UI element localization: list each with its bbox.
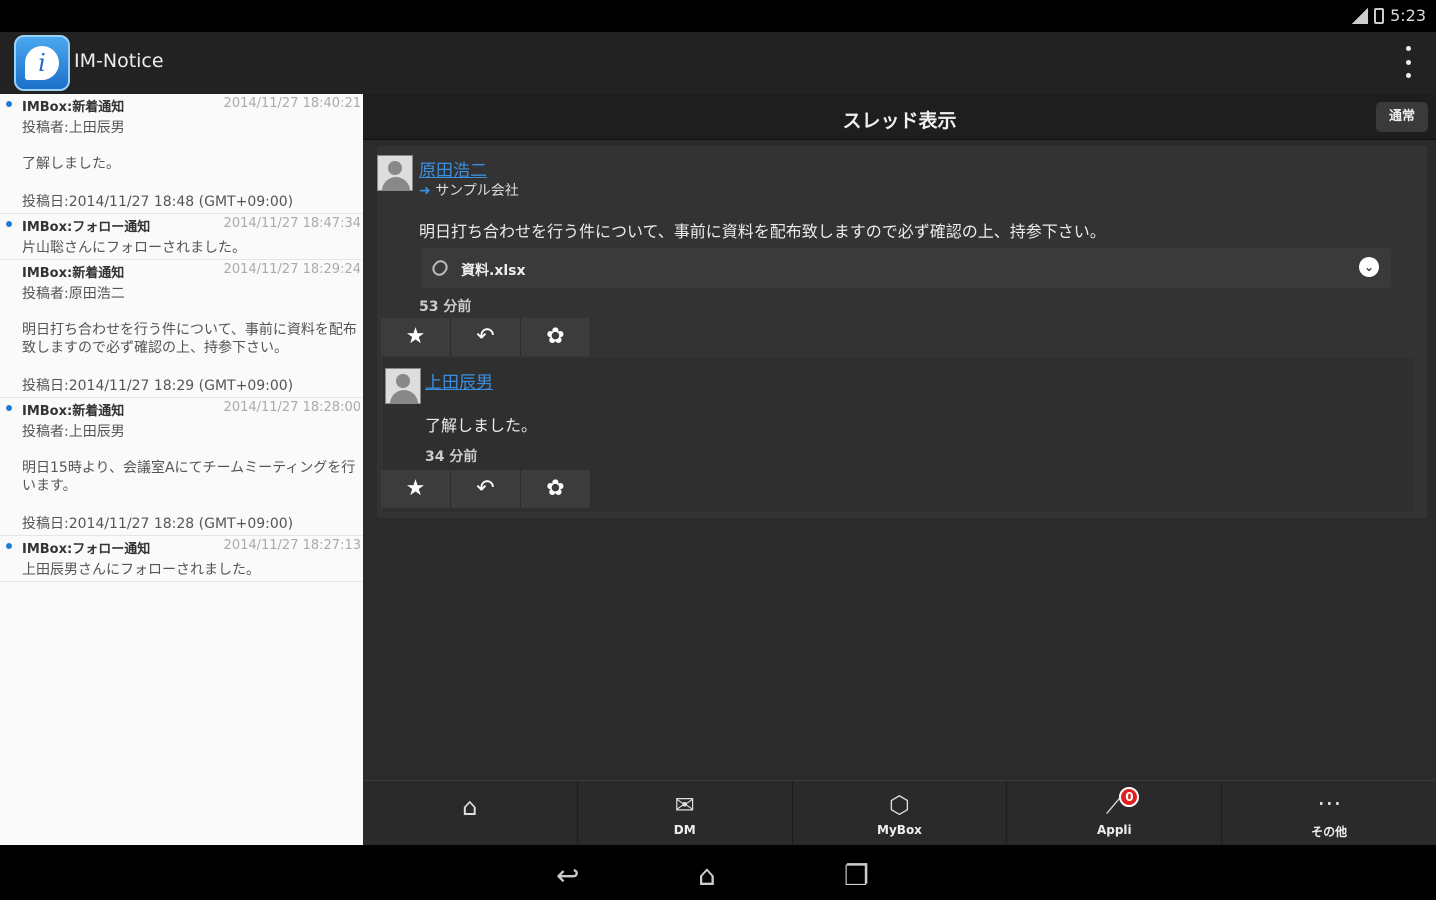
thread-header: スレッド表示 通常 (363, 94, 1436, 140)
notification-body: 了解しました。 (22, 156, 120, 172)
nav-appli[interactable]: ⟋ 0 Appli (1007, 781, 1223, 845)
notification-body: 明日15時より、会議室Aにてチームミーティングを行います。 (22, 460, 356, 494)
reply-post: 上田辰男 了解しました。 34 分前 ★ ↶ ✿ (381, 358, 1413, 512)
nav-mybox-label: MyBox (877, 823, 922, 837)
notification-posted: 投稿日:2014/11/27 18:29 (GMT+09:00) (22, 378, 294, 394)
notification-author: 投稿者:上田辰男 (22, 120, 125, 136)
notification-text: 上田辰男さんにフォローされました。 (22, 562, 260, 578)
post-destination[interactable]: ➜ サンプル会社 (419, 180, 519, 200)
settings-button[interactable]: ✿ (521, 470, 591, 508)
home-icon: ⌂ (462, 793, 478, 821)
post-time-ago: 53 分前 (419, 299, 472, 315)
system-nav-bar: ↩ ⌂ ❐ (0, 845, 1436, 900)
notification-item[interactable]: IMBox:新着通知 2014/11/27 18:40:21 投稿者:上田辰男 … (0, 94, 363, 214)
reply-icon: ↶ (476, 324, 495, 349)
notification-body: 明日打ち合わせを行う件について、事前に資料を配布致しますので必ず確認の上、持参下… (22, 322, 357, 356)
chevron-down-icon[interactable]: ⌄ (1359, 257, 1379, 277)
notification-list[interactable]: IMBox:新着通知 2014/11/27 18:40:21 投稿者:上田辰男 … (0, 94, 363, 845)
overflow-menu-icon[interactable] (1402, 46, 1414, 78)
notification-date: 2014/11/27 18:47:34 (223, 216, 361, 231)
notification-posted: 投稿日:2014/11/27 18:48 (GMT+09:00) (22, 194, 294, 210)
arrow-right-icon: ➜ (419, 183, 431, 199)
notification-title: IMBox:フォロー通知 (22, 542, 151, 557)
nav-mybox[interactable]: ⬡ MyBox (793, 781, 1008, 845)
recents-icon[interactable]: ❐ (844, 859, 869, 892)
reply-button[interactable]: ↶ (451, 470, 521, 508)
box-icon: ⬡ (889, 791, 910, 819)
nav-more-label: その他 (1311, 825, 1348, 839)
notification-item[interactable]: IMBox:フォロー通知 2014/11/27 18:27:13 上田辰男さんに… (0, 536, 363, 582)
status-bar: 5:23 (0, 0, 1436, 32)
notification-title: IMBox:新着通知 (22, 100, 125, 115)
notification-item[interactable]: IMBox:新着通知 2014/11/27 18:29:24 投稿者:原田浩二 … (0, 260, 363, 398)
reply-button[interactable]: ↶ (451, 318, 521, 356)
reply-user-link[interactable]: 上田辰男 (425, 368, 493, 393)
mail-icon: ✉ (674, 791, 695, 819)
notification-text: 片山聡さんにフォローされました。 (22, 240, 246, 256)
app-title: IM-Notice (74, 50, 164, 72)
unread-dot-icon (6, 543, 12, 549)
thread-pane: スレッド表示 通常 原田浩二 ➜ サンプル会社 明日打ち合わせを行う件について、… (363, 94, 1436, 845)
back-button[interactable]: 通常 (1376, 102, 1428, 132)
attachment-filename: 資料.xlsx (461, 263, 526, 279)
star-icon: ★ (405, 324, 426, 349)
bottom-nav: ⌂ ✉ DM ⬡ MyBox ⟋ 0 Appli ⋯ その他 (363, 780, 1436, 845)
avatar[interactable] (385, 368, 421, 404)
notification-item[interactable]: IMBox:新着通知 2014/11/27 18:28:00 投稿者:上田辰男 … (0, 398, 363, 536)
star-icon: ★ (405, 476, 426, 501)
back-icon[interactable]: ↩ (556, 859, 579, 892)
settings-button[interactable]: ✿ (521, 318, 591, 356)
notification-author: 投稿者:上田辰男 (22, 424, 125, 440)
nav-dm[interactable]: ✉ DM (578, 781, 793, 845)
post-user-link[interactable]: 原田浩二 (419, 156, 487, 181)
unread-dot-icon (6, 405, 12, 411)
notification-date: 2014/11/27 18:29:24 (223, 262, 361, 277)
notification-date: 2014/11/27 18:40:21 (223, 96, 361, 111)
notification-title: IMBox:フォロー通知 (22, 220, 151, 235)
paperclip-icon (429, 257, 451, 279)
avatar[interactable] (377, 155, 413, 191)
status-time: 5:23 (1390, 6, 1426, 25)
unread-dot-icon (6, 101, 12, 107)
nav-appli-label: Appli (1096, 823, 1132, 837)
notification-date: 2014/11/27 18:27:13 (223, 538, 361, 553)
star-button[interactable]: ★ (381, 318, 451, 356)
more-icon: ⋯ (1317, 789, 1342, 817)
notification-title: IMBox:新着通知 (22, 404, 125, 419)
nav-dm-label: DM (673, 823, 696, 837)
app-logo-icon: i (14, 35, 70, 91)
thread-post: 原田浩二 ➜ サンプル会社 明日打ち合わせを行う件について、事前に資料を配布致し… (377, 146, 1427, 518)
battery-icon (1374, 7, 1385, 24)
star-button[interactable]: ★ (381, 470, 451, 508)
reply-actions: ★ ↶ ✿ (381, 470, 591, 508)
post-actions: ★ ↶ ✿ (381, 318, 591, 356)
notification-item[interactable]: IMBox:フォロー通知 2014/11/27 18:47:34 片山聡さんにフ… (0, 214, 363, 260)
reply-icon: ↶ (476, 476, 495, 501)
notification-title: IMBox:新着通知 (22, 266, 125, 281)
unread-dot-icon (6, 221, 12, 227)
home-icon[interactable]: ⌂ (698, 859, 716, 892)
post-message: 明日打ち合わせを行う件について、事前に資料を配布致しますので必ず確認の上、持参下… (419, 222, 1106, 241)
notification-date: 2014/11/27 18:28:00 (223, 400, 361, 415)
nav-home[interactable]: ⌂ (363, 781, 578, 845)
notification-author: 投稿者:原田浩二 (22, 286, 125, 302)
pin-icon: ⟋ (1105, 791, 1123, 819)
gear-icon: ✿ (546, 324, 565, 349)
notification-posted: 投稿日:2014/11/27 18:28 (GMT+09:00) (22, 516, 294, 532)
destination-label: サンプル会社 (435, 183, 519, 199)
reply-message: 了解しました。 (425, 416, 538, 435)
signal-icon (1352, 7, 1369, 24)
action-bar: i IM-Notice (0, 32, 1436, 94)
reply-time-ago: 34 分前 (425, 449, 478, 465)
nav-more[interactable]: ⋯ その他 (1222, 781, 1436, 845)
attachment-bar[interactable]: 資料.xlsx ⌄ (421, 248, 1391, 288)
gear-icon: ✿ (546, 476, 565, 501)
thread-title: スレッド表示 (842, 110, 957, 132)
